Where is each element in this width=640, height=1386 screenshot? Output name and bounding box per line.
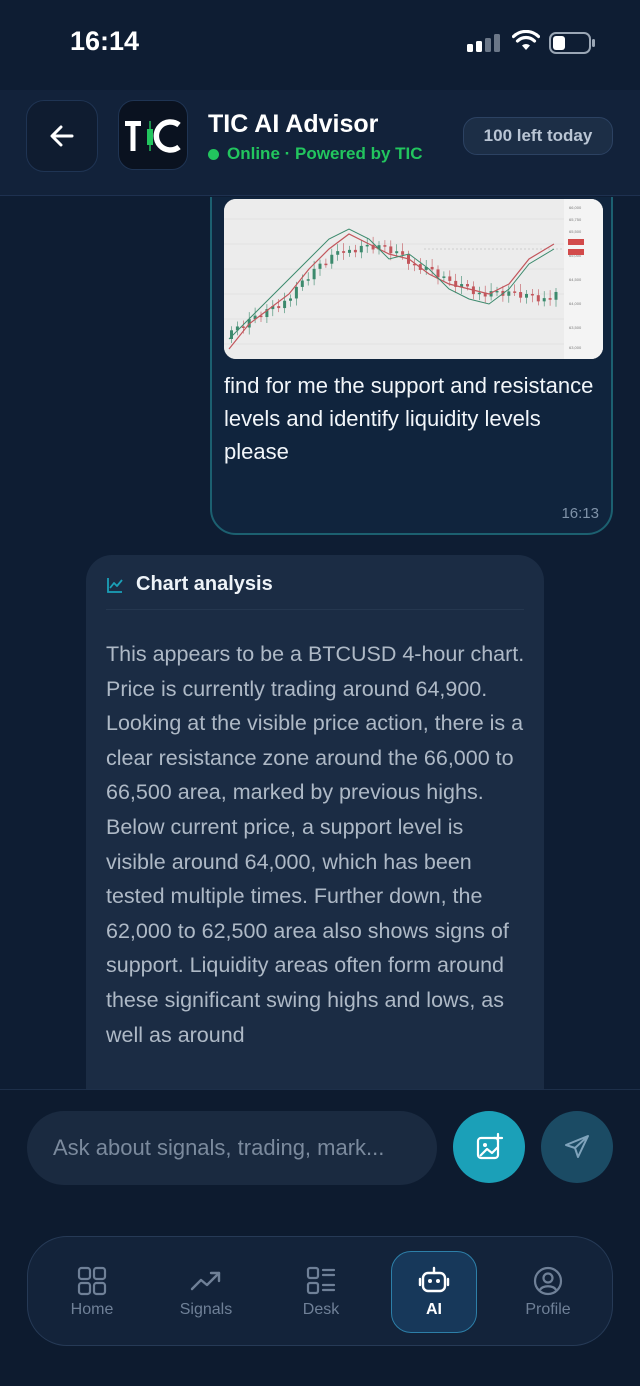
svg-text:64,000: 64,000 — [569, 301, 582, 306]
nav-label-signals: Signals — [179, 1301, 233, 1318]
ai-message-header: Chart analysis — [106, 573, 273, 596]
nav-home[interactable]: Home — [49, 1251, 135, 1333]
candle-body — [283, 300, 287, 309]
logo-mark — [125, 119, 181, 153]
candle-body — [312, 268, 316, 280]
svg-text:65,500: 65,500 — [569, 229, 582, 234]
chat-messages[interactable]: 66,000 65,750 65,500 65,000 64,500 64,000 63… — [0, 197, 640, 1089]
candle-body — [342, 251, 346, 253]
grid-icon — [77, 1266, 107, 1296]
nav-label-home: Home — [70, 1301, 114, 1318]
divider — [106, 609, 524, 610]
ai-message-title: Chart analysis — [136, 573, 273, 595]
signal-icon — [467, 34, 500, 52]
message-timestamp: 16:13 — [561, 505, 599, 522]
candle-body — [525, 293, 528, 298]
candle-body — [277, 306, 281, 309]
candle-body — [477, 292, 481, 295]
nav-desk[interactable]: Desk — [278, 1251, 364, 1333]
candle-body — [530, 293, 534, 296]
candle-body — [359, 245, 363, 253]
nav-ai[interactable]: AI — [391, 1251, 477, 1333]
candle-body — [401, 251, 405, 255]
chart-line-icon — [107, 577, 123, 593]
online-status-text: Online · Powered by TIC — [227, 144, 423, 163]
candle-body — [542, 298, 546, 302]
candlestick-chart-thumbnail: 66,00065,75065,500 65,00064,50064,000 63… — [224, 199, 603, 359]
message-composer — [0, 1089, 640, 1209]
candle-body — [348, 249, 351, 253]
candle-body — [395, 251, 399, 254]
bottom-area: Home Signals Desk AI Profile — [0, 1209, 640, 1386]
svg-text:63,500: 63,500 — [569, 325, 582, 330]
page-title: TIC AI Advisor — [208, 110, 379, 138]
candle-body — [448, 276, 452, 281]
image-plus-icon — [476, 1132, 504, 1160]
bottom-nav: Home Signals Desk AI Profile — [27, 1236, 613, 1346]
candle-body — [365, 244, 369, 247]
candle-body — [389, 246, 393, 254]
robot-icon — [418, 1266, 450, 1293]
candle-body — [318, 263, 322, 269]
arrow-left-icon — [50, 125, 74, 147]
candle-body — [442, 276, 446, 278]
chat-header: TIC AI Advisor Online · Powered by TIC 1… — [0, 90, 640, 196]
status-time: 16:14 — [70, 26, 140, 56]
svg-text:66,000: 66,000 — [569, 205, 582, 210]
quota-badge: 100 left today — [463, 117, 613, 155]
svg-text:63,000: 63,000 — [569, 345, 582, 350]
app-logo — [118, 100, 188, 170]
candle-body — [383, 245, 387, 247]
candle-body — [507, 291, 511, 296]
candle-body — [536, 295, 540, 302]
nav-label-desk: Desk — [302, 1301, 340, 1318]
user-message-text: find for me the support and resistance l… — [224, 373, 594, 464]
candle-body — [513, 291, 517, 293]
candle-body — [306, 279, 310, 281]
candle-body — [336, 251, 340, 255]
ai-message-bubble: Chart analysis This appears to be a BTCU… — [86, 555, 544, 1089]
battery-icon — [549, 32, 595, 54]
status-bar: 16:14 — [0, 0, 640, 90]
candle-body — [436, 269, 440, 278]
user-circle-icon — [533, 1266, 563, 1296]
nav-profile[interactable]: Profile — [505, 1251, 591, 1333]
candle-body — [324, 263, 328, 266]
user-message-bubble: 66,000 65,750 65,500 65,000 64,500 64,000 63… — [210, 197, 613, 535]
online-status: Online · Powered by TIC — [208, 144, 423, 164]
back-button[interactable] — [26, 100, 98, 172]
nav-label-ai: AI — [426, 1301, 442, 1318]
online-dot-icon — [208, 148, 219, 160]
candle-body — [241, 326, 245, 328]
nav-signals[interactable]: Signals — [163, 1251, 249, 1333]
trend-icon — [190, 1271, 221, 1291]
candle-body — [466, 284, 469, 287]
send-button[interactable] — [541, 1111, 613, 1183]
candle-body — [430, 266, 434, 270]
svg-text:65,750: 65,750 — [569, 217, 582, 222]
wifi-icon — [512, 30, 540, 50]
candle-body — [353, 249, 357, 253]
candle-body — [548, 298, 552, 300]
svg-text:64,500: 64,500 — [569, 277, 582, 282]
send-icon — [565, 1135, 589, 1158]
nav-label-profile: Profile — [525, 1301, 571, 1318]
ai-message-text: This appears to be a BTCUSD 4-hour chart… — [106, 642, 525, 1047]
candle-body — [300, 280, 304, 287]
list-icon — [306, 1266, 336, 1295]
attach-image-button[interactable] — [453, 1111, 525, 1183]
candle-body — [554, 291, 558, 300]
attached-chart-image[interactable]: 66,000 65,750 65,500 65,000 64,500 64,000 63… — [224, 199, 603, 359]
candle-body — [294, 286, 298, 299]
candle-body — [519, 292, 523, 298]
candle-body — [289, 298, 292, 301]
message-input[interactable] — [27, 1111, 437, 1185]
candle-body — [330, 254, 334, 264]
